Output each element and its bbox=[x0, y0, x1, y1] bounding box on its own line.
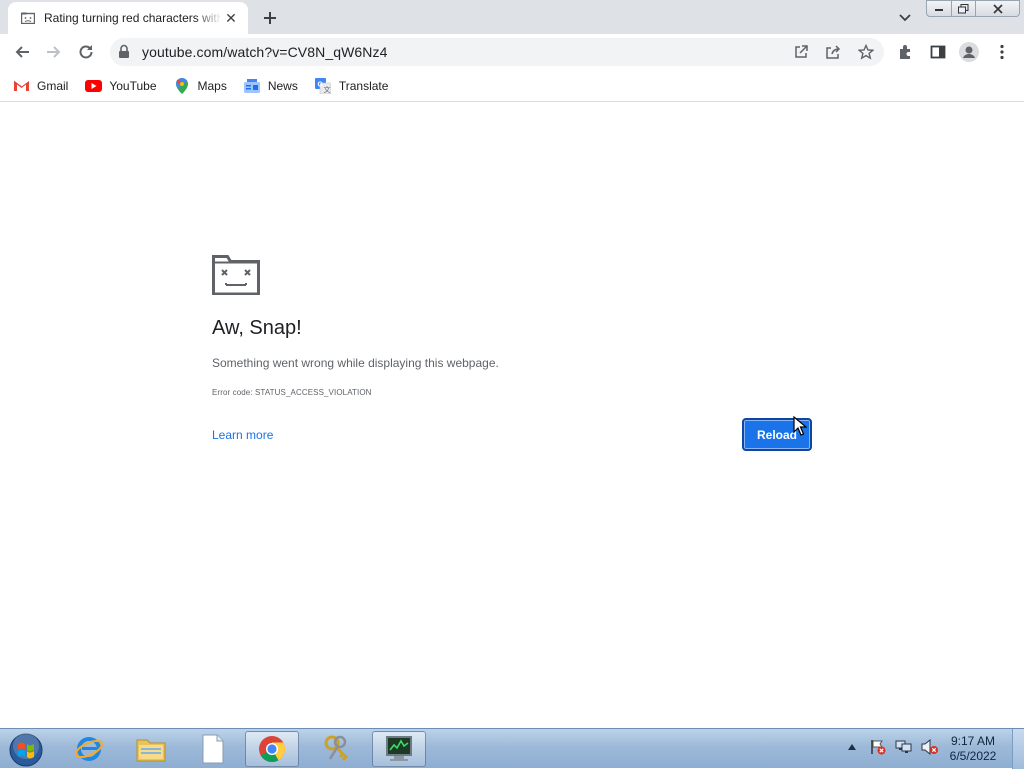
bookmark-gmail[interactable]: Gmail bbox=[12, 78, 68, 94]
reload-icon[interactable] bbox=[73, 39, 99, 65]
close-window-icon[interactable] bbox=[976, 0, 1020, 17]
youtube-icon bbox=[84, 78, 102, 94]
internet-explorer-icon[interactable] bbox=[62, 731, 116, 767]
bookmark-label: Maps bbox=[197, 78, 227, 93]
svg-text:文: 文 bbox=[323, 85, 330, 94]
window-controls bbox=[926, 0, 1020, 18]
page-content: Aw, Snap! Something went wrong while dis… bbox=[0, 103, 1024, 728]
taskbar-clock[interactable]: 9:17 AM 6/5/2022 bbox=[940, 734, 1006, 764]
bookmark-label: News bbox=[267, 78, 298, 93]
translate-icon: G文 bbox=[314, 77, 332, 94]
share-icon[interactable] bbox=[823, 42, 843, 62]
maps-icon bbox=[173, 77, 191, 94]
system-tray bbox=[842, 737, 946, 757]
error-message: Something went wrong while displaying th… bbox=[212, 356, 499, 370]
file-explorer-icon[interactable] bbox=[124, 731, 178, 767]
notepad-document-icon[interactable] bbox=[186, 731, 240, 767]
tab-search-chevron-icon[interactable] bbox=[894, 7, 916, 29]
url-text[interactable]: youtube.com/watch?v=CV8N_qW6Nz4 bbox=[142, 44, 388, 60]
profile-avatar-icon[interactable] bbox=[958, 41, 980, 63]
bookmark-maps[interactable]: Maps bbox=[173, 77, 227, 94]
tab-strip: Rating turning red characters with ✕ bbox=[0, 0, 1024, 34]
bookmark-label: YouTube bbox=[109, 78, 157, 93]
browser-tab[interactable]: Rating turning red characters with ✕ bbox=[8, 2, 248, 34]
error-title: Aw, Snap! bbox=[212, 317, 302, 339]
clock-time: 9:17 AM bbox=[950, 734, 996, 748]
side-panel-icon[interactable] bbox=[927, 41, 949, 63]
bookmark-translate[interactable]: G文 Translate bbox=[314, 77, 389, 94]
tab-title: Rating turning red characters with bbox=[44, 11, 222, 25]
chrome-icon[interactable] bbox=[245, 731, 299, 767]
bookmark-label: Translate bbox=[338, 78, 389, 93]
extensions-puzzle-icon[interactable] bbox=[895, 41, 917, 63]
browser-toolbar: youtube.com/watch?v=CV8N_qW6Nz4 bbox=[0, 34, 1024, 70]
more-menu-icon[interactable] bbox=[991, 41, 1013, 63]
bookmark-youtube[interactable]: YouTube bbox=[84, 78, 157, 94]
news-icon bbox=[243, 78, 261, 94]
lock-icon[interactable] bbox=[118, 44, 130, 64]
sad-tab-icon bbox=[212, 255, 260, 300]
action-center-flag-icon[interactable] bbox=[868, 737, 888, 757]
address-bar[interactable]: youtube.com/watch?v=CV8N_qW6Nz4 bbox=[110, 38, 884, 66]
mouse-cursor-icon bbox=[793, 415, 808, 441]
show-desktop-button[interactable] bbox=[1012, 729, 1024, 769]
task-manager-icon[interactable] bbox=[372, 731, 426, 767]
bookmark-label: Gmail bbox=[37, 78, 69, 93]
close-tab-icon[interactable]: ✕ bbox=[222, 9, 240, 27]
minimize-window-icon[interactable] bbox=[926, 0, 952, 17]
windows-taskbar: 9:17 AM 6/5/2022 bbox=[0, 728, 1024, 769]
keys-tool-icon[interactable] bbox=[310, 731, 364, 767]
forward-arrow-icon[interactable] bbox=[41, 39, 67, 65]
show-hidden-icons-arrow-icon[interactable] bbox=[842, 737, 862, 757]
gmail-icon bbox=[12, 78, 30, 94]
back-arrow-icon[interactable] bbox=[9, 39, 35, 65]
bookmark-news[interactable]: News bbox=[243, 78, 298, 94]
start-orb-icon[interactable] bbox=[6, 731, 46, 769]
learn-more-link[interactable]: Learn more bbox=[212, 428, 273, 442]
error-code: Error code: STATUS_ACCESS_VIOLATION bbox=[212, 388, 372, 397]
restore-window-icon[interactable] bbox=[952, 0, 976, 17]
network-icon[interactable] bbox=[894, 737, 914, 757]
bookmarks-bar: Gmail YouTube Maps News G文 Translate bbox=[0, 70, 1024, 102]
volume-muted-icon[interactable] bbox=[920, 737, 940, 757]
clock-date: 6/5/2022 bbox=[949, 749, 997, 763]
sad-tab-favicon-icon bbox=[20, 10, 36, 26]
open-in-app-icon[interactable] bbox=[791, 42, 811, 62]
new-tab-icon[interactable] bbox=[258, 6, 282, 30]
bookmark-star-icon[interactable] bbox=[856, 42, 876, 62]
